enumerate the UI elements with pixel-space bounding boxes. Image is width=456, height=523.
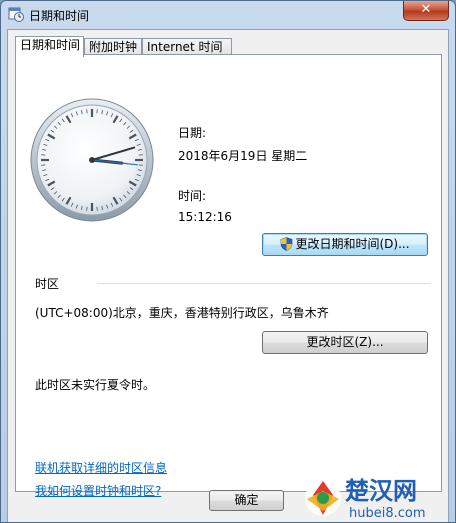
analog-clock: [30, 98, 154, 222]
uac-shield-icon: [281, 237, 293, 251]
time-value: 15:12:16: [178, 210, 232, 224]
how-to-set-clock-link[interactable]: 我如何设置时钟和时区?: [35, 482, 161, 499]
change-timezone-button[interactable]: 更改时区(Z)...: [262, 331, 428, 354]
close-button[interactable]: ✕: [403, 1, 449, 21]
time-label: 时间:: [178, 189, 207, 203]
date-value: 2018年6月19日 星期二: [178, 149, 308, 163]
calendar-clock-icon: [8, 7, 24, 22]
tab-panel: 日期: 2018年6月19日 星期二 时间: 15:12:16 更改日期和时间(…: [15, 54, 442, 498]
timezone-section-label: 时区: [35, 277, 60, 291]
dst-note: 此时区未实行夏令时。: [35, 378, 156, 392]
ok-button[interactable]: 确定: [209, 490, 284, 511]
timezone-divider: [97, 283, 431, 284]
tab-date-time[interactable]: 日期和时间: [15, 36, 84, 57]
tab-additional-clocks[interactable]: 附加时钟: [84, 38, 142, 55]
timezone-value: (UTC+08:00)北京，重庆，香港特别行政区，乌鲁木齐: [35, 306, 329, 320]
close-icon: ✕: [420, 2, 432, 17]
change-date-time-label: 更改日期和时间(D)...: [295, 237, 410, 251]
online-timezone-info-link[interactable]: 联机获取详细的时区信息: [35, 459, 167, 476]
watermark-logo-icon: [305, 480, 341, 516]
date-label: 日期:: [178, 126, 207, 140]
dialog-body: 日期和时间 附加时钟 Internet 时间 日期: 2018年6月19日 星期…: [7, 29, 449, 522]
title-bar[interactable]: 日期和时间 ✕: [1, 1, 455, 29]
date-time-dialog: 日期和时间 ✕ 日期和时间 附加时钟 Internet 时间 日期: 2018年…: [0, 0, 456, 523]
tab-internet-time[interactable]: Internet 时间: [142, 38, 232, 55]
change-date-time-button[interactable]: 更改日期和时间(D)...: [262, 233, 428, 256]
watermark: 楚汉网 hubei8.com: [305, 477, 426, 521]
watermark-site: hubei8.com: [349, 506, 426, 521]
watermark-brand: 楚汉网: [345, 477, 417, 505]
window-title: 日期和时间: [29, 9, 90, 23]
